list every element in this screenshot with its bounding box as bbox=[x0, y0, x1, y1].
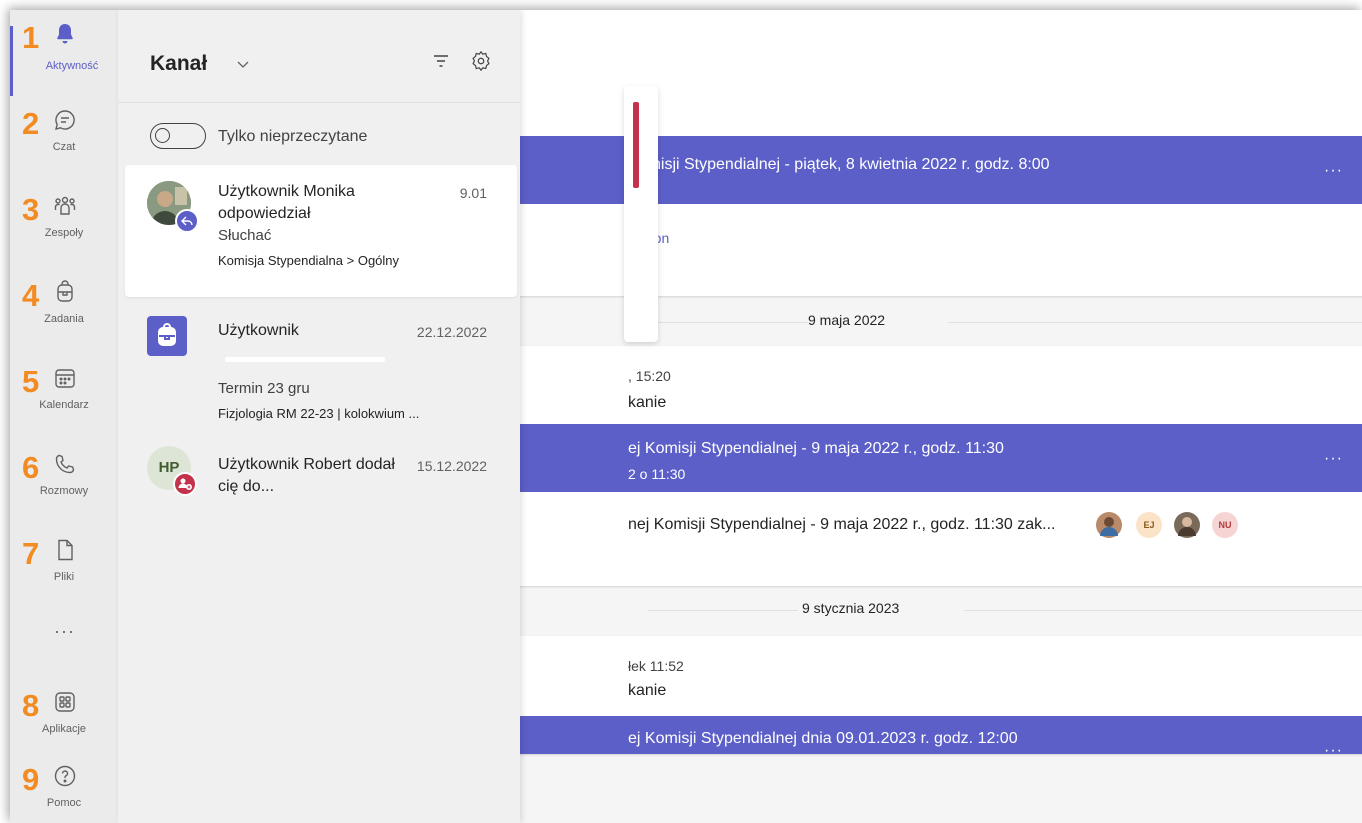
meeting-more-button[interactable]: ··· bbox=[1324, 162, 1343, 180]
rail-label: Pomoc bbox=[46, 797, 82, 809]
rail-label: Czat bbox=[52, 141, 76, 153]
filter-icon[interactable] bbox=[430, 50, 452, 72]
rail-label: Aplikacje bbox=[41, 723, 87, 735]
post-card[interactable]: łek 11:52 kanie ej Komisji Stypendialnej… bbox=[508, 636, 1362, 754]
participant-avatar: NU bbox=[1212, 512, 1238, 538]
divider bbox=[118, 102, 520, 103]
teams-icon bbox=[54, 196, 76, 215]
date-label: 9 maja 2022 bbox=[808, 312, 886, 328]
rail-label: Aktywność bbox=[45, 60, 99, 72]
rail-item-calls[interactable]: 6 Rozmowy bbox=[10, 440, 118, 520]
meeting-banner[interactable]: ej Komisji Stypendialnej - 9 maja 2022 r… bbox=[508, 424, 1362, 492]
meeting-subtitle: 2 o 11:30 bbox=[628, 466, 686, 482]
feed-context: Komisja Stypendialna > Ogólny bbox=[218, 253, 400, 268]
rail-label: Kalendarz bbox=[39, 399, 89, 411]
post-text: kanie bbox=[628, 682, 667, 699]
phone-icon bbox=[55, 454, 75, 474]
rail-number: 1 bbox=[22, 20, 40, 55]
meeting-ended-text: nej Komisji Stypendialnej - 9 maja 2022 … bbox=[628, 516, 1056, 533]
feed-time: 9.01 bbox=[459, 185, 487, 201]
gear-icon[interactable] bbox=[470, 50, 492, 72]
rail-label: Zadania bbox=[44, 313, 84, 325]
meeting-title: Komisji Stypendialnej - piątek, 8 kwietn… bbox=[628, 156, 1050, 173]
rail-number: 6 bbox=[22, 450, 40, 485]
meeting-more-button[interactable]: ··· bbox=[1324, 742, 1343, 754]
more-apps-button[interactable]: ··· bbox=[54, 621, 78, 641]
unread-only-toggle[interactable] bbox=[150, 123, 206, 149]
rail-item-chat[interactable]: 2 Czat bbox=[10, 96, 118, 176]
help-icon bbox=[54, 765, 76, 787]
rail-item-assignments[interactable]: 4 Zadania bbox=[10, 268, 118, 348]
rail-number: 2 bbox=[22, 106, 40, 141]
date-divider: 9 stycznia 2023 bbox=[508, 600, 1362, 620]
calendar-icon bbox=[55, 369, 75, 388]
app-rail: 1 Aktywność 2 Czat 3 Zespoły 4 Zadania 5… bbox=[10, 10, 118, 823]
feed-title: Użytkownik Robert dodał cię do... bbox=[218, 456, 395, 495]
teams-window: 1 Aktywność 2 Czat 3 Zespoły 4 Zadania 5… bbox=[10, 10, 1362, 823]
feed-title: Użytkownik bbox=[218, 322, 299, 339]
rail-item-apps[interactable]: 8 Aplikacje bbox=[10, 678, 118, 758]
bell-icon bbox=[57, 24, 73, 44]
rail-number: 9 bbox=[22, 762, 40, 797]
meeting-banner[interactable]: ej Komisji Stypendialnej dnia 09.01.2023… bbox=[508, 716, 1362, 754]
date-label: 9 stycznia 2023 bbox=[802, 600, 900, 616]
participant-avatar bbox=[1174, 512, 1200, 538]
rail-item-teams[interactable]: 3 Zespoły bbox=[10, 182, 118, 262]
post-meta: , 15:20 bbox=[628, 368, 671, 384]
popover-card bbox=[624, 86, 658, 342]
feed-item[interactable]: Użytkownik Monika odpowiedział 9.01 Słuc… bbox=[125, 165, 517, 297]
chat-icon bbox=[55, 110, 75, 130]
feed-context: Fizjologia RM 22-23 | kolokwium ... bbox=[218, 406, 420, 421]
meeting-title: ej Komisji Stypendialnej dnia 09.01.2023… bbox=[628, 730, 1018, 747]
feed-subtitle: Słuchać bbox=[218, 227, 272, 244]
rail-number: 5 bbox=[22, 364, 40, 399]
rail-number: 3 bbox=[22, 192, 40, 227]
post-meta: łek 11:52 bbox=[628, 658, 684, 674]
post-text: kanie bbox=[628, 394, 667, 411]
feed-item[interactable]: HP Użytkownik Robert dodał cię do... 15.… bbox=[125, 438, 517, 510]
file-icon bbox=[58, 539, 73, 561]
backpack-icon bbox=[57, 280, 73, 302]
redacted-bar bbox=[225, 357, 385, 362]
feed-title: Użytkownik Monika odpowiedział bbox=[218, 183, 355, 222]
meeting-title: ej Komisji Stypendialnej - 9 maja 2022 r… bbox=[628, 440, 1004, 457]
participant-avatar: EJ bbox=[1136, 512, 1162, 538]
assignments-app-avatar bbox=[147, 316, 187, 356]
apps-icon bbox=[55, 692, 75, 712]
unread-only-label: Tylko nieprzeczytane bbox=[218, 128, 368, 145]
rail-number: 7 bbox=[22, 536, 40, 571]
feed-item[interactable]: Użytkownik 22.12.2022 Termin 23 gru Fizj… bbox=[125, 302, 517, 434]
feed-time: 15.12.2022 bbox=[416, 458, 487, 474]
feed-time: 22.12.2022 bbox=[416, 324, 487, 340]
rail-item-activity[interactable]: 1 Aktywność bbox=[10, 10, 118, 96]
rail-item-help[interactable]: 9 Pomoc bbox=[10, 752, 118, 823]
add-user-badge-icon bbox=[173, 472, 197, 496]
rail-number: 8 bbox=[22, 688, 40, 723]
chevron-down-icon[interactable] bbox=[236, 58, 250, 72]
participant-avatar bbox=[1096, 512, 1122, 538]
rail-label: Pliki bbox=[53, 571, 75, 583]
meeting-more-button[interactable]: ··· bbox=[1324, 450, 1343, 468]
rail-number: 4 bbox=[22, 278, 40, 313]
feed-subtitle: Termin 23 gru bbox=[218, 380, 310, 397]
panel-title[interactable]: Kanał bbox=[150, 52, 207, 76]
rail-item-calendar[interactable]: 5 Kalendarz bbox=[10, 354, 118, 434]
post-card[interactable]: , 15:20 kanie ej Komisji Stypendialnej -… bbox=[508, 346, 1362, 586]
alert-bar bbox=[633, 102, 639, 188]
rail-label: Zespoły bbox=[44, 227, 84, 239]
reply-badge-icon bbox=[175, 209, 199, 233]
rail-label: Rozmowy bbox=[39, 485, 89, 497]
activity-panel: Kanał Tylko nieprzeczytane Użytkownik Mo… bbox=[118, 10, 520, 823]
rail-item-files[interactable]: 7 Pliki bbox=[10, 526, 118, 606]
